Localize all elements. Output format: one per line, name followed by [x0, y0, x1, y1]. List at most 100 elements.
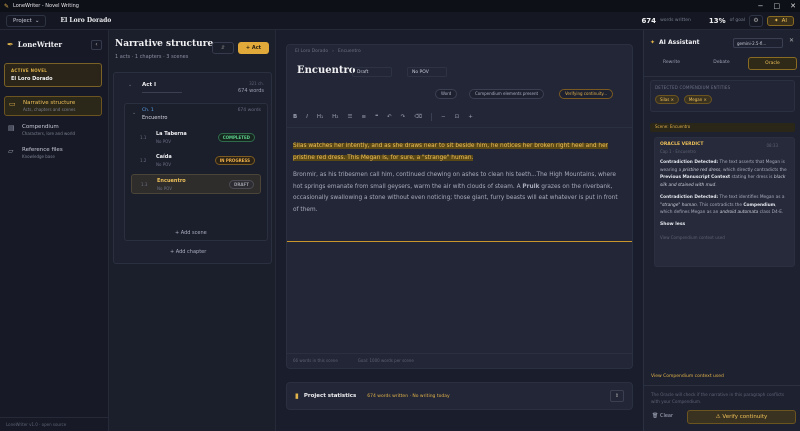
verdict-italic: pristine red dress: [682, 167, 721, 173]
redo-icon[interactable]: ↷: [401, 114, 406, 120]
scene-item[interactable]: 1.1 La Taberna No POV COMPLETED: [131, 128, 261, 148]
verify-continuity-button[interactable]: ⚠ Verify continuity: [687, 410, 796, 424]
undo-icon[interactable]: ↶: [387, 114, 392, 120]
scene-title[interactable]: Encuentro: [297, 65, 355, 76]
scene-number: 1.3: [141, 182, 148, 187]
chapter-label: Ch. 1: [142, 108, 154, 113]
add-scene-button[interactable]: + Add scene: [175, 230, 207, 236]
collapse-sidebar-button[interactable]: ‹: [91, 40, 102, 50]
zoom-in-icon[interactable]: +: [468, 114, 473, 120]
close-icon[interactable]: ✕: [789, 37, 794, 44]
detected-entities-box: DETECTED COMPENDIUM ENTITIES Silas × Meg…: [650, 80, 795, 112]
paragraph: Bronmir, as his tribesmen call him, cont…: [293, 170, 625, 216]
breadcrumb: El Loro Dorado › Encuentro: [295, 49, 361, 54]
chart-icon: ▮: [295, 392, 299, 400]
verdict-bold: Compendium: [743, 202, 776, 208]
chevron-down-icon[interactable]: ⌄: [132, 110, 136, 116]
sidebar-footer: LoneWriter v1.0 · open source: [0, 417, 109, 431]
scene-name: Caída: [156, 154, 172, 160]
clear-label: Clear: [659, 413, 674, 419]
toolbar-separator: [431, 113, 433, 121]
document-icon: ▤: [8, 124, 15, 132]
app-icon: ✎: [4, 2, 10, 10]
chevron-down-icon[interactable]: ⌄: [128, 82, 132, 88]
act-name: Act I: [142, 82, 157, 88]
tab-oracle[interactable]: Oracle: [748, 57, 797, 70]
scene-editor: El Loro Dorado › Encuentro Encuentro Dra…: [286, 44, 633, 369]
heading1-icon[interactable]: H₁: [317, 114, 323, 120]
bullet-list-icon[interactable]: ☰: [348, 114, 353, 120]
breadcrumb-item[interactable]: El Loro Dorado: [295, 49, 328, 54]
sparkle-icon: ✦: [774, 17, 779, 24]
bold-icon[interactable]: B: [293, 114, 297, 120]
scene-item[interactable]: 1.2 Caída No POV IN PROGRESS: [131, 151, 261, 171]
model-select[interactable]: gemini-2.5-fl...: [733, 38, 783, 48]
scene-item-active[interactable]: 1.3 Encuentro No POV DRAFT: [131, 174, 261, 194]
verify-label: Verify continuity: [722, 414, 768, 420]
entity-name: Silas: [660, 97, 670, 102]
pen-icon: ✒: [7, 40, 14, 49]
verdict-time: 08:33: [766, 143, 778, 148]
chapter-card: ⌄ Ch. 1 Encuentro 674 words 1.1 La Taber…: [124, 103, 268, 241]
verdict-text: stating her dress is: [730, 175, 774, 180]
add-chapter-button[interactable]: + Add chapter: [170, 249, 206, 255]
italic-icon[interactable]: I: [306, 114, 308, 120]
tab-debate[interactable]: Debate: [698, 57, 745, 70]
numbered-list-icon[interactable]: ≡: [361, 114, 366, 120]
sidebar-item-reference-files[interactable]: ▱ Reference files Knowledge base: [4, 144, 102, 164]
project-statistics-bar[interactable]: ▮ Project statistics 674 words written ·…: [286, 382, 633, 410]
reorder-button[interactable]: ⇵: [212, 42, 234, 54]
add-act-button[interactable]: + Act: [238, 42, 269, 54]
entity-tag[interactable]: Megan ×: [683, 95, 712, 104]
scene-name: Encuentro: [157, 178, 186, 184]
entity-tag[interactable]: Silas ×: [655, 95, 679, 104]
verdict-paragraph: Contradiction Detected: The text asserts…: [660, 159, 789, 189]
heading2-icon[interactable]: H₂: [332, 114, 338, 120]
sparkle-icon: ✦: [650, 39, 656, 46]
structure-subtitle: 1 acts · 1 chapters · 3 scenes: [115, 54, 189, 60]
oracle-hint: The Oracle will check if the narrative i…: [651, 392, 785, 404]
status-select[interactable]: Draft: [352, 67, 392, 77]
zoom-out-icon[interactable]: −: [441, 114, 446, 120]
verdict-text: . This contradicts the: [696, 202, 744, 208]
show-less-button[interactable]: Show less: [660, 222, 789, 227]
tab-rewrite[interactable]: Rewrite: [648, 57, 695, 70]
expand-toggle-icon[interactable]: ⇕: [610, 390, 624, 402]
maximize-icon[interactable]: □: [774, 0, 781, 12]
tab-label: Debate: [713, 60, 730, 65]
verdict-context-link[interactable]: View Compendium context used: [660, 235, 789, 240]
scene-number: 1.1: [140, 135, 147, 140]
compendium-pill-label: Compendium elements present: [475, 91, 539, 96]
verdict-text: The text identifies Megan as a: [718, 195, 785, 200]
word-export-button[interactable]: Word: [435, 89, 458, 99]
book-icon: ▭: [9, 100, 16, 108]
close-window-icon[interactable]: ✕: [790, 0, 796, 12]
pov-value: No POV: [412, 70, 429, 75]
logo: ✒ LoneWriter: [7, 40, 62, 49]
ai-tabs: Rewrite Debate Oracle: [648, 57, 797, 70]
verifying-label: Verifying continuity...: [565, 91, 608, 96]
verdict-text: class D4-E.: [758, 210, 784, 215]
sidebar-item-compendium[interactable]: ▤ Compendium Characters, lore and world: [4, 121, 102, 141]
settings-gear-icon[interactable]: ⚙: [749, 14, 763, 27]
active-novel-card[interactable]: ACTIVE NOVEL El Loro Dorado: [4, 63, 102, 87]
highlighted-text: Silas watches her intently, and as she d…: [293, 143, 609, 161]
breadcrumb-item[interactable]: Encuentro: [338, 49, 361, 54]
pov-select[interactable]: No POV: [407, 67, 447, 77]
scene-word-count: 66 words in this scene: [293, 358, 338, 363]
scene-text-area[interactable]: Silas watches her intently, and as she d…: [293, 141, 625, 222]
sidebar-item-narrative-structure[interactable]: ▭ Narrative structure Acts, chapters and…: [4, 96, 102, 116]
view-context-link[interactable]: View Compendium context used: [651, 374, 724, 379]
project-menu-button[interactable]: Project ⌄: [6, 14, 47, 27]
book-title: El Loro Dorado: [60, 17, 112, 24]
quote-icon[interactable]: ❝: [375, 114, 378, 120]
act-header[interactable]: ⌄ Act I 321 ch. 674 words: [118, 79, 268, 99]
word-label: Word: [441, 91, 452, 96]
eraser-icon[interactable]: ⌫: [414, 114, 422, 120]
detected-label: DETECTED COMPENDIUM ENTITIES: [655, 85, 731, 90]
tab-label: Rewrite: [662, 60, 680, 65]
minimize-icon[interactable]: −: [758, 0, 764, 12]
compendium-elements-pill[interactable]: Compendium elements present: [469, 89, 545, 99]
ai-toggle-button[interactable]: ✦ AI: [767, 15, 794, 26]
clear-button[interactable]: 🗑 Clear: [652, 413, 673, 419]
